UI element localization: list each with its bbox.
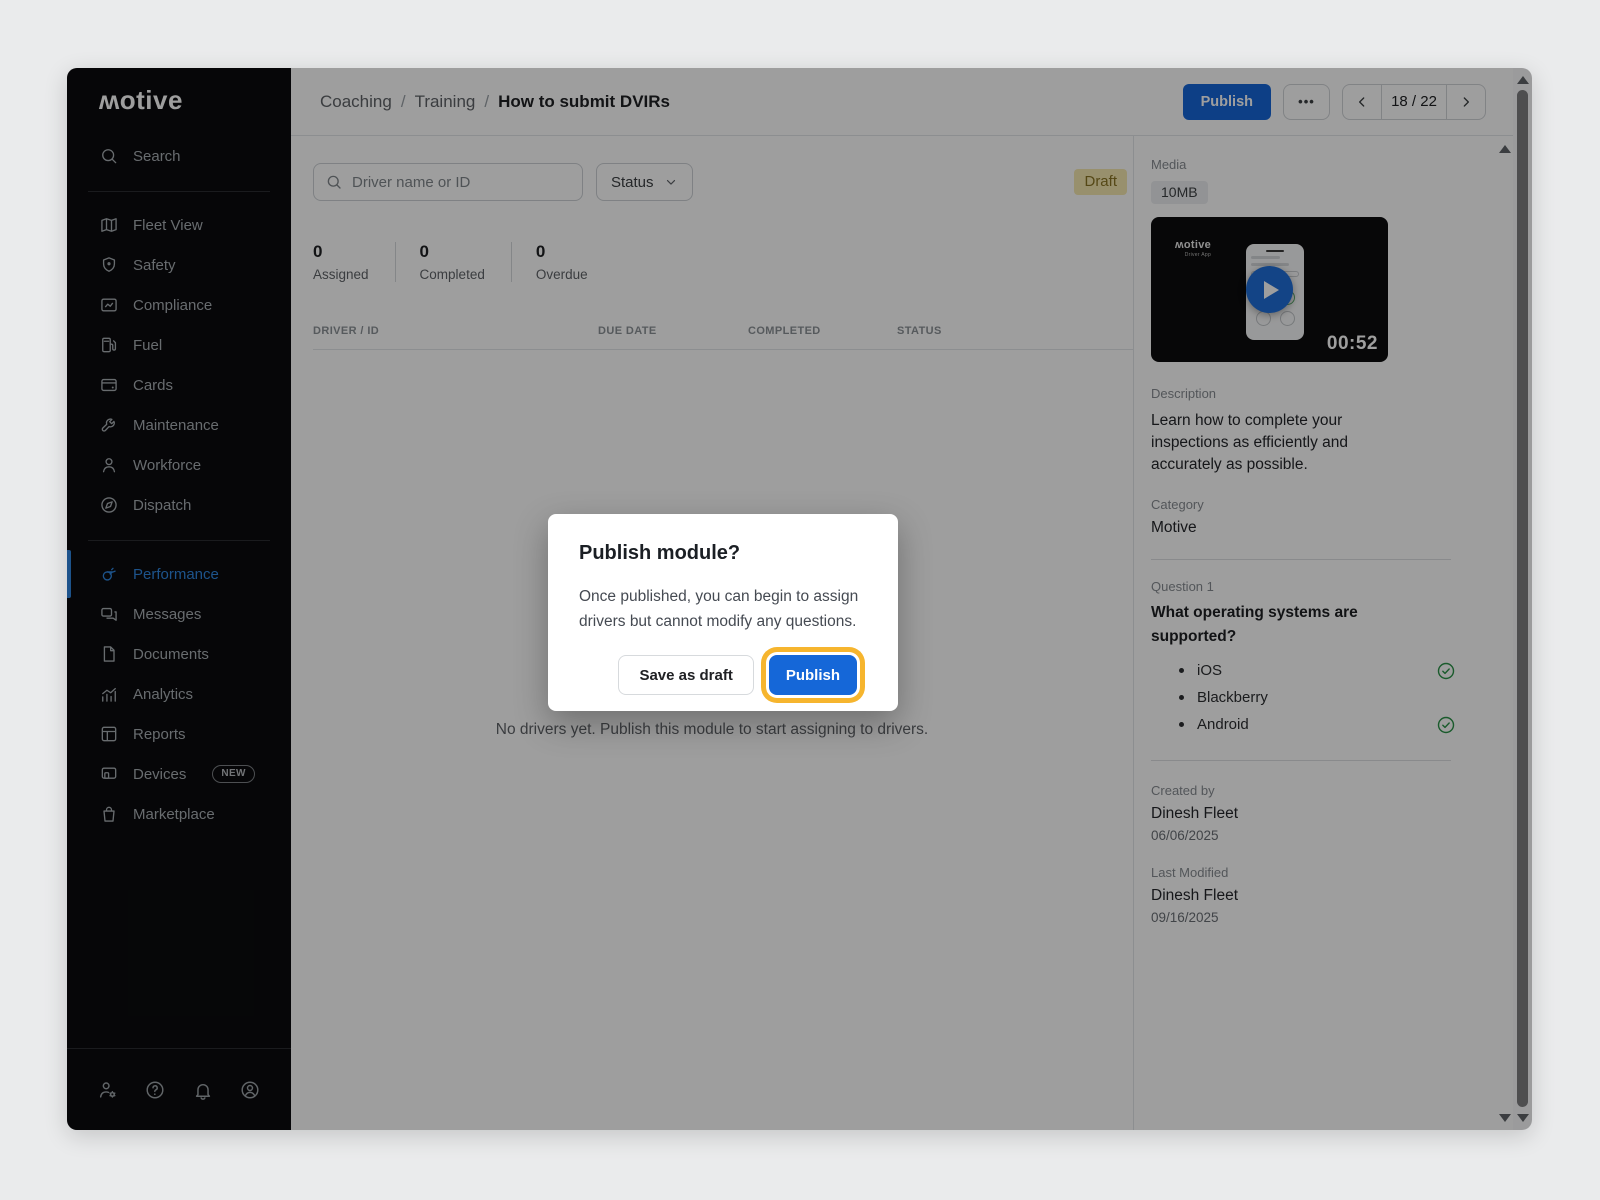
dialog-body-text: Once published, you can begin to assign … xyxy=(579,588,859,630)
publish-module-dialog: Publish module? Once published, you can … xyxy=(548,514,898,711)
app-window: ʍotive Search Fleet View Safety Complian… xyxy=(67,68,1532,1130)
publish-confirm-button[interactable]: Publish xyxy=(768,655,857,695)
save-as-draft-button[interactable]: Save as draft xyxy=(618,655,754,695)
dialog-title: Publish module? xyxy=(579,542,741,564)
dialog-actions: Save as draft Publish xyxy=(579,655,870,695)
screenshot-stage: ʍotive Search Fleet View Safety Complian… xyxy=(0,0,1600,1200)
